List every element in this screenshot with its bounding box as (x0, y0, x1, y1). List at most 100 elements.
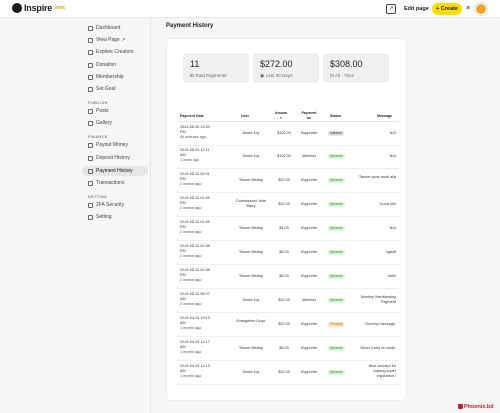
payment-relative-time: 2 weeks ago (180, 278, 202, 282)
payment-as: Supporter (300, 346, 318, 350)
sidebar-item-gallery[interactable]: Gallery (86, 118, 148, 128)
sidebar-item-explore-creators[interactable]: Explore Creators (86, 47, 148, 57)
sidebar-item-label: Membership (96, 74, 124, 80)
payment-user[interactable]: David Joy (233, 154, 269, 159)
status-badge: Success (328, 202, 345, 207)
table-row: 2024-05-11 01:59 PM 2 weeks ago Commission … (177, 193, 399, 217)
sidebar-item-dashboard[interactable]: Dashboard (86, 23, 148, 33)
payment-amount: $100.00 (277, 154, 291, 158)
payment-relative-time: 2 weeks ago (180, 230, 202, 234)
exchange-icon (88, 180, 93, 186)
sidebar-item-posts[interactable]: Posts (86, 106, 148, 116)
payment-user[interactable]: Tanner Bishop (233, 178, 269, 183)
payment-user[interactable]: David Joy (233, 298, 269, 303)
menu-icon[interactable]: ≡ (466, 5, 470, 13)
sidebar-item-set-goal[interactable]: Set Goal (86, 84, 148, 94)
sidebar-item-label: Setting (96, 214, 112, 220)
sidebar-item-label: View Page ↗ (96, 37, 126, 43)
lock-icon (88, 74, 93, 80)
edit-page-button[interactable]: Edit page (400, 3, 433, 15)
payment-amount: $10.00 (278, 298, 290, 302)
column-header-user: User (241, 114, 249, 118)
stat-label: ⊟ All - Time (330, 73, 355, 78)
table-header: Payment Date User Amoun t Payment as Sta… (177, 110, 399, 122)
avatar[interactable] (475, 3, 487, 15)
payment-as: Member (302, 298, 316, 302)
status-badge: Success (328, 346, 345, 351)
stat-label: ▣ Last 30 Days (260, 73, 293, 78)
payment-user[interactable]: Evangeline Lloyd (233, 319, 269, 324)
payment-as: Supporter (300, 226, 318, 230)
payment-relative-time: 49 minutes ago (180, 135, 206, 139)
compass-icon (88, 49, 93, 55)
stat-label: ⊞ Total Payments (190, 73, 227, 78)
payment-user[interactable]: Tanner Bishop (233, 250, 269, 255)
payment-user[interactable]: Commission John Barry (233, 199, 269, 209)
payment-message: hello (387, 274, 396, 278)
payment-user[interactable]: David Joy (233, 131, 269, 136)
status-badge: Success (328, 274, 345, 279)
stat-value: $308.00 (330, 59, 363, 69)
sidebar-item-label: Deposit History (96, 155, 130, 161)
payment-message: Tanner quos modi aliq (358, 175, 396, 179)
sidebar-item-label: Transactions (96, 180, 125, 186)
sidebar-item-label: Explore Creators (96, 49, 134, 55)
table-row: 2024-05-11 01:38 PM 2 weeks ago Tanner Bish… (177, 265, 399, 289)
table-row: 2024-05-11 01:59 PM 2 weeks ago Tanner Bish… (177, 217, 399, 241)
payment-amount: $10.00 (278, 202, 290, 206)
logo[interactable]: Inspire bmc (12, 3, 65, 13)
gear-icon (88, 214, 93, 220)
payment-relative-time: 2 weeks ago (180, 206, 202, 210)
payment-as: Supporter (300, 250, 318, 254)
stat-value: $272.00 (260, 59, 293, 69)
payment-user[interactable]: David Joy (233, 370, 269, 375)
stat-all-time: $308.00 ⊟ All - Time (323, 53, 389, 83)
payment-user[interactable]: Tanner Bishop (233, 274, 269, 279)
status-badge: Pending (328, 322, 345, 327)
table-row: 2024-04-03 11:17 AM 1 month ago Tanner Bish… (177, 337, 399, 361)
wallet-icon (88, 142, 93, 148)
sidebar-item-setting[interactable]: Setting (86, 212, 148, 222)
sidebar-item-payment-history[interactable]: Payment History (82, 166, 148, 176)
sidebar-item-donation[interactable]: Donation (86, 60, 148, 70)
status-badge: Success (328, 370, 345, 375)
sidebar-item-label: Dashboard (96, 25, 121, 31)
payment-as: Supporter (300, 370, 318, 374)
create-button[interactable]: + Create (432, 3, 462, 15)
status-badge: Success (328, 154, 345, 159)
payment-amount: $4.00 (279, 226, 289, 230)
sidebar-item-label: Posts (96, 108, 109, 114)
payment-message: Good job! (379, 202, 396, 206)
stat-value: 11 (190, 59, 200, 69)
share-icon[interactable]: ↗ (386, 4, 396, 14)
payment-amount: $20.00 (278, 322, 290, 326)
sidebar-item-payout-money[interactable]: Payout Money (86, 140, 148, 150)
sidebar-item-label: Payment History (96, 168, 133, 174)
sidebar-item-2fa-security[interactable]: 2FA Security (86, 200, 148, 210)
sidebar-item-transactions[interactable]: Transactions (86, 178, 148, 188)
home-icon (88, 25, 93, 31)
payment-as: Supporter (300, 322, 318, 326)
logo-icon (12, 3, 22, 13)
payment-message: N/A (389, 154, 396, 158)
sidebar-item-view-page[interactable]: View Page ↗ (86, 35, 148, 45)
receipt-icon (88, 168, 93, 174)
payment-user[interactable]: Tanner Bishop (233, 226, 269, 231)
payment-as: Supporter (300, 202, 318, 206)
top-bar: Inspire bmc ↗ Edit page + Create ≡ (0, 0, 500, 18)
page-title: Payment History (166, 23, 214, 29)
sidebar-item-label: Donation (96, 62, 117, 68)
table-row: 2024-05-11 09:07 AM 2 weeks ago David Joy $1… (177, 289, 399, 313)
sidebar-item-membership[interactable]: Membership (86, 72, 148, 82)
column-header-status: Status (330, 114, 341, 118)
sidebar-item-deposit-history[interactable]: Deposit History (86, 153, 148, 163)
logo-badge: bmc (55, 5, 66, 11)
section-finance: FINANCE (88, 134, 108, 139)
payment-amount: $20.00 (278, 178, 290, 182)
image-icon (88, 120, 93, 126)
payment-relative-time: 1 month ago (180, 326, 202, 330)
payment-user[interactable]: Tanner Bishop (233, 346, 269, 351)
section-publish: PUBLISH (88, 100, 108, 105)
payment-amount: $100.00 (277, 131, 291, 135)
payment-message: N/A (389, 226, 396, 230)
